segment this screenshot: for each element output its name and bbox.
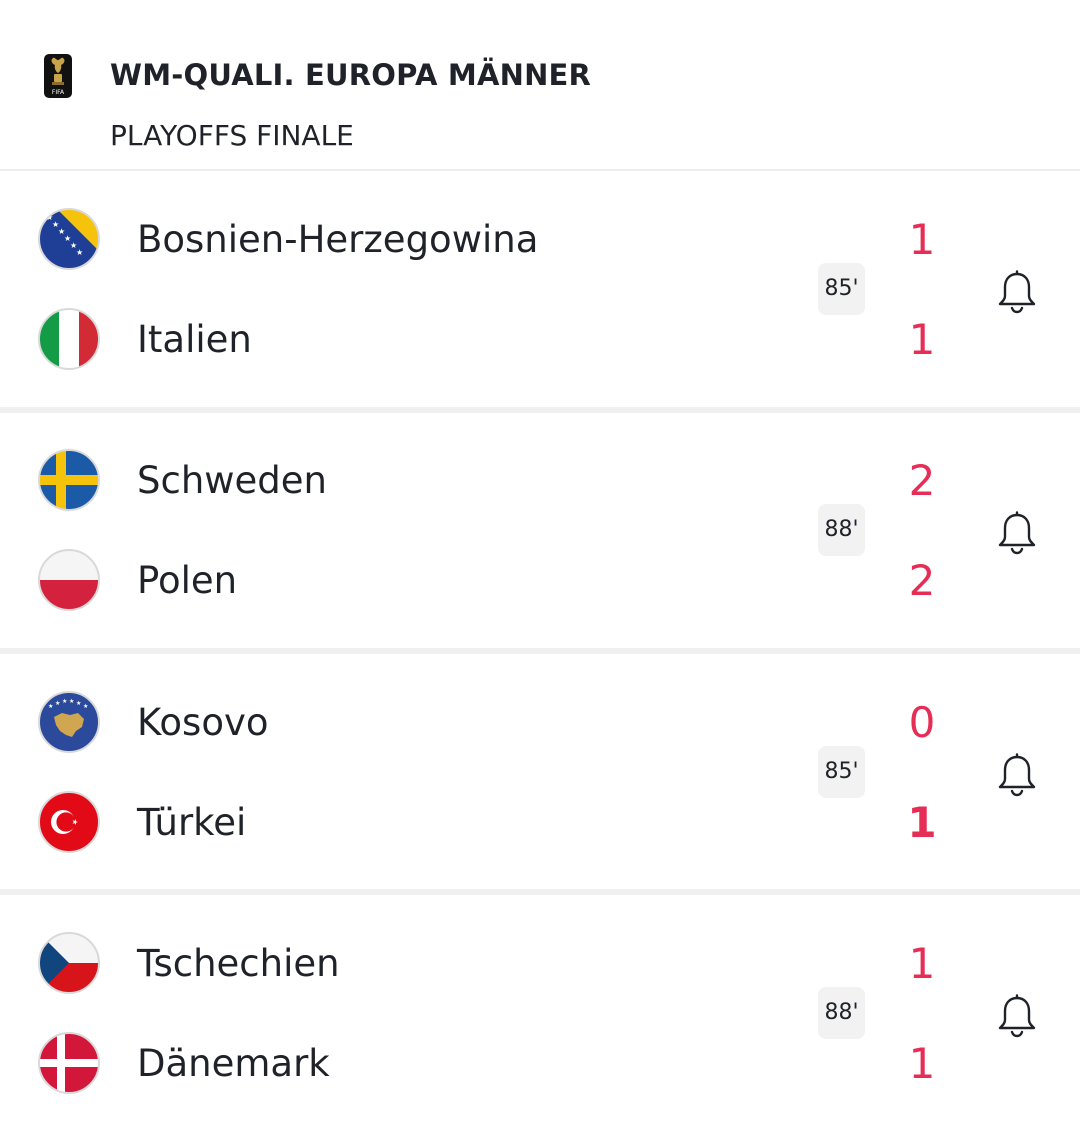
home-team-name: Tschechien bbox=[137, 942, 340, 985]
home-score: 1 bbox=[908, 939, 936, 988]
home-score: 1 bbox=[908, 215, 936, 264]
world-cup-trophy-icon: FIFA bbox=[44, 54, 72, 98]
flag-poland-icon bbox=[38, 549, 100, 611]
away-team-name: Dänemark bbox=[137, 1042, 330, 1085]
svg-text:★: ★ bbox=[76, 700, 81, 707]
away-team-name: Italien bbox=[137, 318, 252, 361]
competition-header[interactable]: FIFA WM-QUALI. EUROPA MÄNNER PLAYOFFS FI… bbox=[0, 0, 1080, 171]
svg-text:★: ★ bbox=[83, 703, 88, 710]
fifa-logo-text: FIFA bbox=[52, 89, 65, 96]
flag-denmark-icon bbox=[38, 1032, 100, 1094]
svg-text:★: ★ bbox=[76, 248, 83, 257]
away-score: 1 bbox=[908, 315, 936, 364]
svg-text:★: ★ bbox=[48, 703, 53, 710]
match-row[interactable]: ★ ★ ★ ★ ★ ★ Kosovo 0 Türkei 1 85' bbox=[0, 654, 1080, 891]
away-score: 1 bbox=[907, 798, 937, 847]
home-team-name: Bosnien-Herzegowina bbox=[137, 218, 539, 261]
bell-icon[interactable] bbox=[996, 270, 1038, 314]
flag-sweden-icon bbox=[38, 449, 100, 511]
match-row[interactable]: Schweden 2 Polen 2 88' bbox=[0, 413, 1080, 650]
home-score: 2 bbox=[908, 456, 936, 505]
flag-bosnia-icon: ★★★ ★★★ bbox=[38, 208, 100, 270]
match-minute: 88' bbox=[818, 504, 865, 556]
svg-text:★: ★ bbox=[69, 698, 74, 705]
flag-turkey-icon bbox=[38, 791, 100, 853]
home-score: 0 bbox=[908, 698, 936, 747]
away-score: 2 bbox=[908, 556, 936, 605]
competition-title: WM-QUALI. EUROPA MÄNNER bbox=[110, 58, 592, 92]
away-team-name: Polen bbox=[137, 559, 238, 602]
svg-text:★: ★ bbox=[55, 700, 60, 707]
away-score: 1 bbox=[908, 1039, 936, 1088]
away-team-name: Türkei bbox=[137, 801, 247, 844]
bell-icon[interactable] bbox=[996, 994, 1038, 1038]
match-row[interactable]: ★ ★ ★ ★ ★ ★ Bosnien-Herzegowina 1 Italien 1 … bbox=[0, 171, 1080, 408]
bell-icon[interactable] bbox=[996, 753, 1038, 797]
home-team-name: Kosovo bbox=[137, 701, 269, 744]
competition-round: PLAYOFFS FINALE bbox=[110, 119, 354, 152]
match-row[interactable]: Tschechien 1 Dänemark 1 88' bbox=[0, 895, 1080, 1132]
flag-kosovo-icon: ★ ★ ★ ★ ★ ★ bbox=[38, 691, 100, 753]
home-team-name: Schweden bbox=[137, 459, 328, 502]
match-minute: 88' bbox=[818, 987, 865, 1039]
match-minute: 85' bbox=[818, 746, 865, 798]
match-minute: 85' bbox=[818, 263, 865, 315]
flag-italy-icon bbox=[38, 308, 100, 370]
flag-czechia-icon bbox=[38, 932, 100, 994]
bell-icon[interactable] bbox=[996, 511, 1038, 555]
svg-text:★: ★ bbox=[62, 698, 67, 705]
